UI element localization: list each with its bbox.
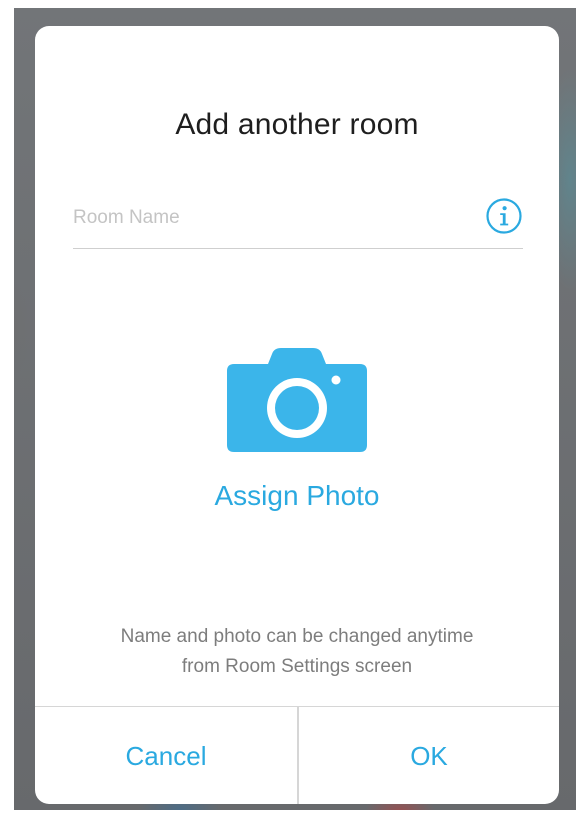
add-room-dialog: Add another room Assign Photo Name and p… xyxy=(35,26,559,804)
dialog-button-bar: Cancel OK xyxy=(35,706,559,804)
hint-line-1: Name and photo can be changed anytime xyxy=(120,626,474,647)
dialog-title: Add another room xyxy=(175,108,419,141)
assign-photo-button[interactable]: Assign Photo xyxy=(35,344,559,524)
ok-button[interactable]: OK xyxy=(298,707,559,804)
hint-line-2: from Room Settings screen xyxy=(181,656,413,677)
background-edge-left xyxy=(0,0,14,818)
cancel-button[interactable]: Cancel xyxy=(35,707,297,804)
camera-icon xyxy=(227,348,367,452)
hint-text: Name and photo can be changed anytime fr… xyxy=(65,622,529,682)
assign-photo-label: Assign Photo xyxy=(214,480,380,511)
background-edge-top xyxy=(0,0,576,8)
info-circle-icon[interactable] xyxy=(485,197,523,235)
room-name-input[interactable] xyxy=(73,196,463,240)
background-edge-bottom xyxy=(0,810,576,818)
room-name-row xyxy=(73,196,523,249)
